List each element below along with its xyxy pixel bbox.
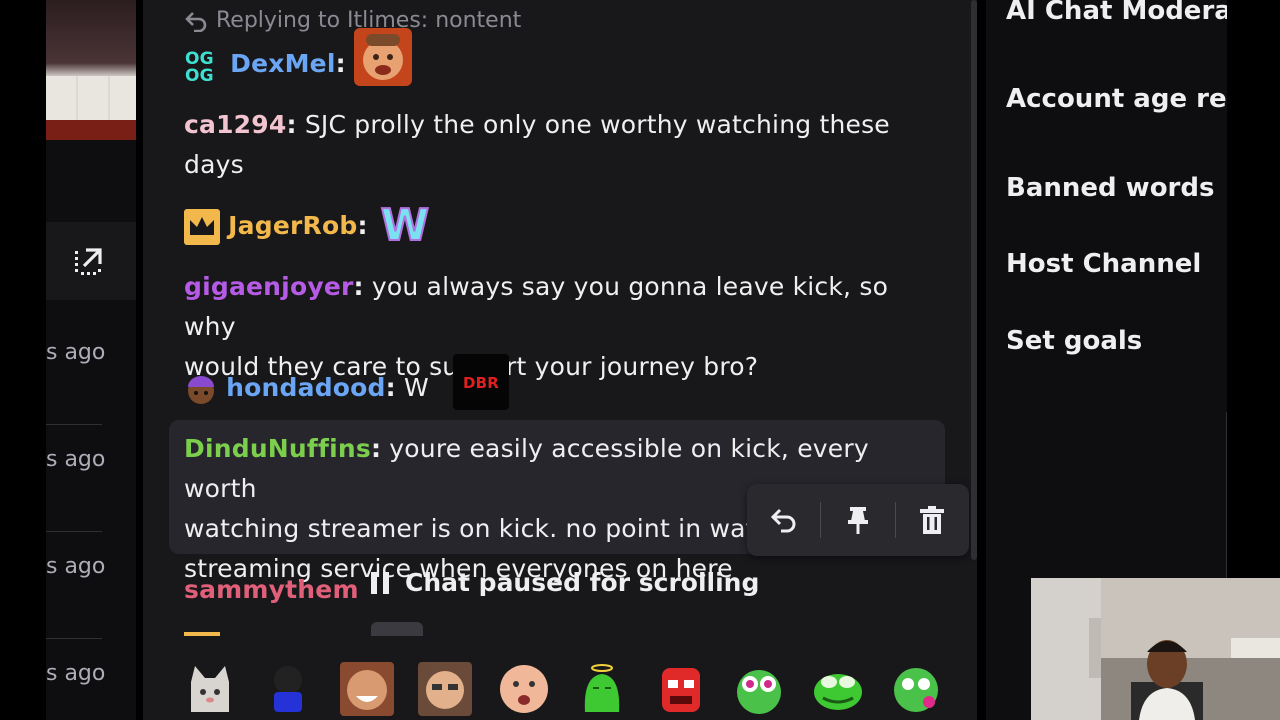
dbr-emote-label: DBR: [463, 374, 499, 392]
w-emote-icon: W: [379, 200, 430, 246]
streamer-webcam-image: [1031, 578, 1280, 720]
webcam-overlay: [1031, 578, 1280, 720]
reply-context[interactable]: Replying to Itlimes: nontent: [184, 8, 521, 33]
chat-username[interactable]: sammythem: [184, 575, 359, 604]
divider: [1226, 412, 1227, 582]
pause-icon: [371, 571, 389, 594]
chat-username[interactable]: ca1294: [184, 110, 286, 139]
pin-icon: [848, 507, 868, 534]
reply-icon: [770, 508, 796, 533]
menu-item-host-channel[interactable]: Host Channel: [1006, 249, 1201, 279]
dbr-emote-icon: DBR: [453, 354, 510, 410]
left-panel: s ago s ago s ago s ago: [46, 0, 136, 720]
trash-icon: [920, 506, 945, 534]
laughing-face-emote-icon[interactable]: [339, 662, 394, 716]
chat-panel: Replying to Itlimes: nontent OG OG DexMe…: [143, 0, 977, 720]
delete-button[interactable]: [896, 484, 969, 556]
chat-username[interactable]: JagerRob: [228, 211, 357, 240]
activity-timestamp: s ago: [46, 661, 106, 686]
chat-username[interactable]: DexMel: [230, 49, 335, 78]
chat-separator: :: [335, 49, 346, 78]
chat-separator: :: [370, 434, 382, 463]
chat-text: days: [184, 150, 244, 179]
chat-paused-text: Chat paused for scrolling: [405, 568, 760, 597]
chat-scrollbar[interactable]: [971, 0, 977, 560]
svg-text:W: W: [380, 200, 429, 246]
activity-timestamp: s ago: [46, 554, 106, 579]
stream-thumbnail[interactable]: [46, 0, 136, 140]
popout-button[interactable]: [46, 222, 136, 300]
reply-arrow-icon: [185, 11, 207, 32]
activity-timestamp: s ago: [46, 447, 106, 472]
chat-separator: :: [286, 110, 297, 139]
chat-text: watching streamer is on kick. no point i…: [184, 514, 770, 543]
menu-item-set-goals[interactable]: Set goals: [1006, 326, 1142, 356]
chat-separator: :: [357, 211, 368, 240]
popout-arrow-icon: [75, 248, 102, 275]
crown-badge-icon: [184, 209, 220, 245]
chat-text: SJC prolly the only one worthy watching …: [296, 110, 890, 139]
chat-username[interactable]: DinduNuffins: [184, 434, 371, 463]
thumbnail-detail: [46, 76, 136, 120]
chat-message[interactable]: hondadood: W DBR: [184, 354, 944, 410]
chat-paused-banner[interactable]: Chat paused for scrolling: [369, 568, 759, 597]
svg-text:OG: OG: [185, 66, 214, 83]
green-kiss-emote-icon[interactable]: [889, 662, 943, 716]
chat-separator: :: [353, 272, 364, 301]
divider: [46, 638, 102, 639]
chat-username[interactable]: hondadood: [226, 373, 385, 402]
divider: [46, 531, 102, 532]
og-badge-icon: OG OG: [184, 47, 222, 83]
chat-text: W: [395, 373, 429, 402]
blue-figure-emote-icon[interactable]: [261, 662, 315, 716]
chat-message[interactable]: OG OG DexMel:: [184, 28, 944, 86]
green-frog-emote-icon[interactable]: [732, 662, 786, 716]
face-emote-icon: [353, 28, 412, 86]
badge-partial: [184, 632, 220, 636]
menu-item-ai-chat-moderation[interactable]: AI Chat Moderat: [1006, 0, 1227, 26]
activity-timestamp: s ago: [46, 340, 106, 365]
menu-item-account-age-restriction[interactable]: Account age res: [1006, 84, 1227, 114]
divider: [46, 424, 102, 425]
emote-partial: [371, 622, 423, 636]
chat-message[interactable]: JagerRob: W: [184, 200, 944, 246]
chat-message[interactable]: ca1294: SJC prolly the only one worthy w…: [184, 105, 944, 185]
pin-button[interactable]: [821, 484, 894, 556]
cat-emote-icon[interactable]: [183, 662, 237, 716]
reply-button[interactable]: [747, 484, 820, 556]
emote-bar: [183, 662, 943, 720]
message-actions: [747, 484, 969, 556]
thumbnail-detail: [46, 120, 136, 140]
surprised-face-emote-icon[interactable]: [497, 662, 551, 716]
chat-username[interactable]: gigaenjoyer: [184, 272, 354, 301]
pepe-emote-icon[interactable]: [811, 662, 865, 716]
angry-red-emote-icon[interactable]: [654, 662, 708, 716]
avatar-badge-icon: [188, 376, 214, 404]
face-emote-icon[interactable]: [418, 662, 473, 716]
green-angel-emote-icon[interactable]: [575, 662, 629, 716]
menu-item-banned-words[interactable]: Banned words: [1006, 173, 1214, 203]
chat-separator: :: [385, 373, 396, 402]
